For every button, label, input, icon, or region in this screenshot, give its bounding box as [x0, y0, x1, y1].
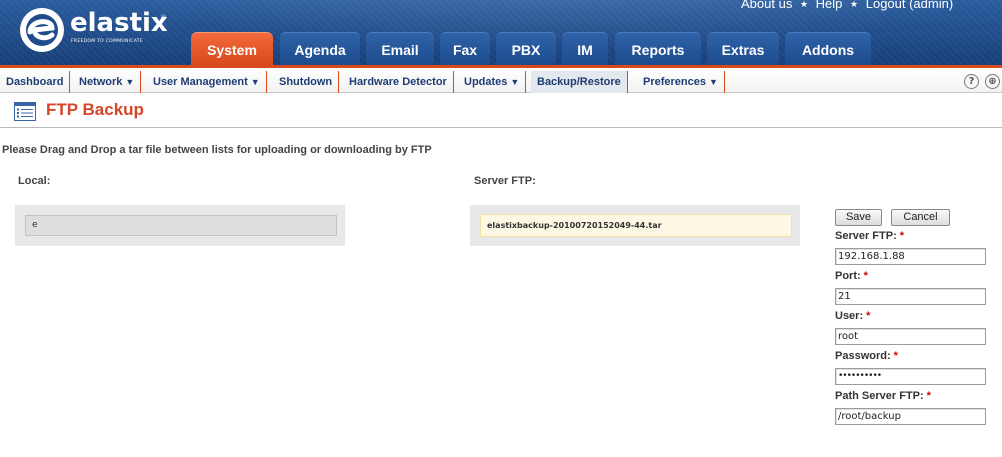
port-field-label: Port: * [835, 270, 868, 282]
subnav-user-management[interactable]: User Management ▼ [147, 71, 267, 93]
brand-name: elastix [70, 8, 168, 38]
tab-im[interactable]: IM [562, 32, 608, 65]
dropdown-arrow-icon: ▼ [709, 77, 718, 87]
top-header: elastix ® FREEDOM TO COMMUNICATE About u… [0, 0, 1002, 65]
subnav-preferences[interactable]: Preferences ▼ [637, 71, 725, 93]
required-marker: * [899, 230, 905, 242]
help-icon[interactable]: ? [964, 74, 979, 89]
help-link[interactable]: Help [816, 0, 843, 11]
password-input[interactable]: •••••••••• [835, 368, 986, 385]
user-field-label: User: * [835, 310, 871, 322]
subnav-hardware-detector[interactable]: Hardware Detector [343, 71, 454, 93]
local-file-item[interactable]: e [25, 215, 337, 236]
tab-fax[interactable]: Fax [440, 32, 490, 65]
tab-system[interactable]: System [191, 32, 273, 65]
server-ftp-input[interactable]: 192.168.1.88 [835, 248, 986, 265]
star-separator-icon: ★ [850, 0, 859, 9]
local-file-list[interactable]: e [15, 205, 345, 246]
brand-registered-mark: ® [160, 14, 167, 22]
subnav-dashboard[interactable]: Dashboard [0, 71, 71, 93]
port-input[interactable]: 21 [835, 288, 986, 305]
drag-drop-instructions: Please Drag and Drop a tar file between … [2, 144, 432, 156]
tab-email[interactable]: Email [366, 32, 434, 65]
local-label: Local: [18, 175, 51, 187]
dropdown-arrow-icon: ▼ [125, 77, 135, 87]
required-marker: * [893, 350, 898, 362]
required-marker: * [866, 310, 871, 322]
required-marker: * [863, 270, 868, 282]
list-document-icon [14, 102, 36, 121]
top-links: About us ★ Help ★ Logout (admin) [741, 0, 953, 11]
elastix-logo[interactable]: elastix ® FREEDOM TO COMMUNICATE [18, 6, 178, 56]
user-input[interactable]: root [835, 328, 986, 345]
star-separator-icon: ★ [799, 0, 809, 9]
expand-plus-icon[interactable]: ⊕ [985, 74, 1000, 89]
save-button[interactable]: Save [835, 209, 882, 226]
page-title-bar: FTP Backup [0, 94, 1002, 128]
path-server-ftp-field-label: Path Server FTP: * [835, 390, 931, 402]
subnav-shutdown[interactable]: Shutdown [273, 71, 340, 93]
subnav-network[interactable]: Network ▼ [73, 71, 142, 93]
password-field-label: Password: * [835, 350, 898, 362]
sub-navigation: Dashboard Network ▼ User Management ▼ Shut… [0, 65, 1002, 93]
elastix-logo-icon [20, 8, 64, 52]
server-ftp-file-list[interactable]: elastixbackup-20100720152049-44.tar [470, 205, 800, 246]
tab-extras[interactable]: Extras [707, 32, 779, 65]
dropdown-arrow-icon: ▼ [250, 77, 260, 87]
server-file-item[interactable]: elastixbackup-20100720152049-44.tar [480, 214, 792, 237]
cancel-button[interactable]: Cancel [891, 209, 950, 226]
server-ftp-label: Server FTP: [474, 175, 536, 187]
brand-tagline: FREEDOM TO COMMUNICATE [71, 39, 143, 44]
about-us-link[interactable]: About us [741, 0, 792, 11]
subnav-backup-restore[interactable]: Backup/Restore [531, 71, 628, 93]
dropdown-arrow-icon: ▼ [510, 77, 520, 87]
tab-addons[interactable]: Addons [785, 32, 871, 65]
tab-agenda[interactable]: Agenda [280, 32, 360, 65]
tab-pbx[interactable]: PBX [496, 32, 556, 65]
server-ftp-field-label: Server FTP: * [835, 230, 905, 242]
logout-link[interactable]: Logout (admin) [866, 0, 953, 11]
subnav-updates[interactable]: Updates ▼ [458, 71, 527, 93]
tab-reports[interactable]: Reports [615, 32, 701, 65]
required-marker: * [926, 390, 931, 402]
page-title: FTP Backup [46, 100, 144, 119]
path-server-ftp-input[interactable]: /root/backup [835, 408, 986, 425]
